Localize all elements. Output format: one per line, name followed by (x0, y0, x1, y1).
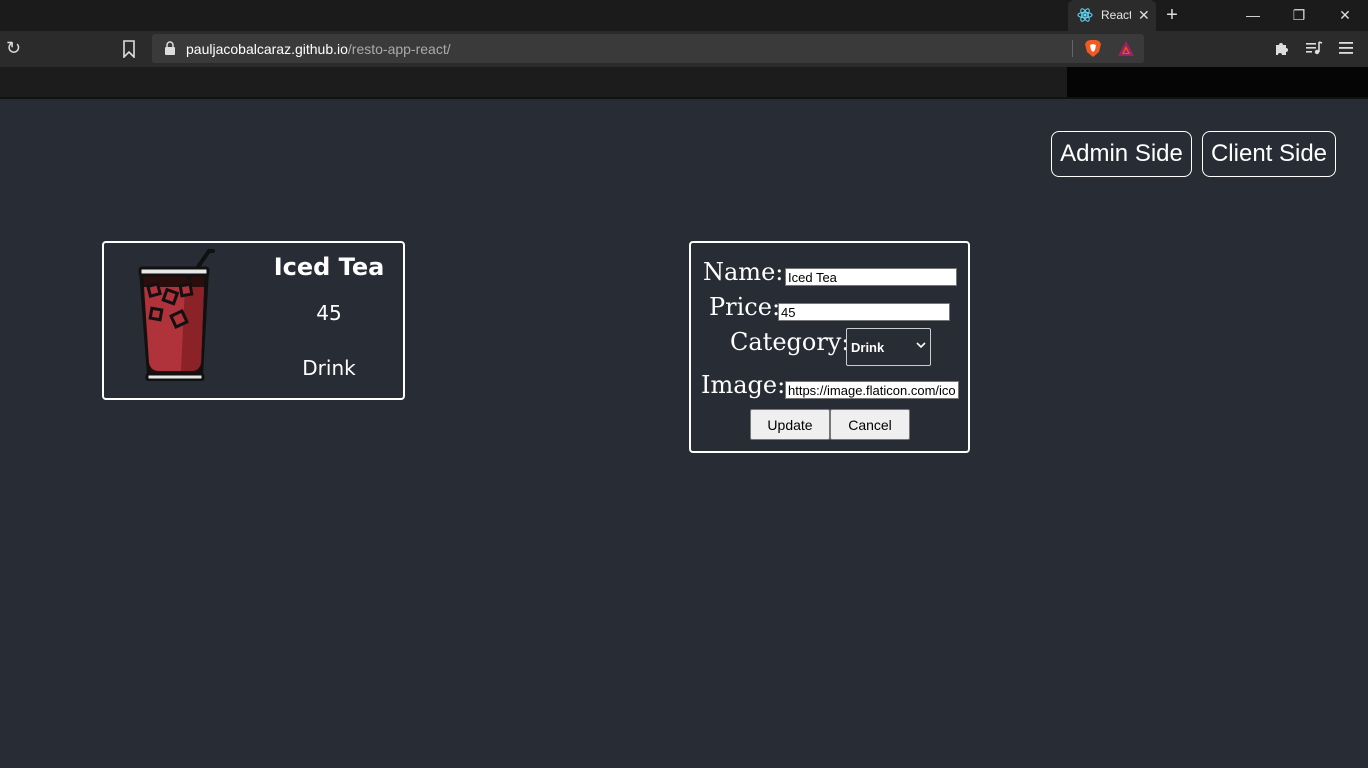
brave-shields-icon[interactable] (1084, 39, 1102, 58)
item-name: Iced Tea (273, 253, 385, 281)
category-label: Category: (730, 328, 850, 356)
tab-close-icon[interactable]: ✕ (1138, 7, 1150, 23)
url-host: pauljacobalcaraz.github.io (186, 41, 348, 57)
admin-side-button[interactable]: Admin Side (1051, 131, 1192, 177)
browser-toolbar: ↻ pauljacobalcaraz.github.io/resto-app-r… (0, 31, 1368, 67)
extensions-icon[interactable] (1274, 40, 1290, 56)
react-logo-icon (1077, 8, 1093, 22)
menu-icon[interactable] (1338, 40, 1354, 56)
media-queue-icon[interactable] (1305, 40, 1323, 56)
browser-tab[interactable]: React App ✕ (1068, 0, 1156, 31)
item-price: 45 (316, 301, 342, 325)
edit-item-form: Name: Price: Category: Drink Image: Upda… (689, 241, 970, 453)
browser-titlebar: React App ✕ + — ❐ ✕ (0, 0, 1368, 31)
client-side-button[interactable]: Client Side (1202, 131, 1336, 177)
image-label: Image: (701, 371, 786, 399)
url-separator (1072, 40, 1073, 57)
restore-icon[interactable]: ❐ (1276, 4, 1322, 26)
image-url-input[interactable] (785, 381, 959, 399)
price-input[interactable] (778, 303, 950, 321)
name-label: Name: (703, 258, 784, 286)
name-input[interactable] (785, 268, 957, 286)
menu-item-card: Iced Tea 45 Drink (102, 241, 405, 400)
lock-icon (165, 41, 175, 55)
minimize-icon[interactable]: — (1230, 4, 1276, 26)
iced-tea-glass-icon (138, 249, 215, 381)
reload-icon[interactable]: ↻ (6, 39, 21, 57)
price-label: Price: (709, 293, 781, 321)
url-text: pauljacobalcaraz.github.io/resto-app-rea… (186, 41, 451, 57)
update-button[interactable]: Update (750, 409, 830, 440)
new-tab-icon[interactable]: + (1162, 4, 1182, 26)
bookmarks-bar-edge (1067, 67, 1368, 98)
category-selected-value: Drink (851, 340, 885, 355)
window-close-icon[interactable]: ✕ (1322, 4, 1368, 26)
address-bar[interactable]: pauljacobalcaraz.github.io/resto-app-rea… (152, 34, 1144, 63)
page-divider (0, 97, 1368, 99)
cancel-button[interactable]: Cancel (830, 409, 910, 440)
category-select[interactable]: Drink (846, 328, 931, 366)
url-path: /resto-app-react/ (347, 41, 451, 57)
tab-title: React App (1101, 8, 1131, 22)
item-category: Drink (302, 356, 356, 380)
brave-rewards-icon[interactable] (1117, 40, 1135, 58)
bookmark-icon[interactable] (122, 40, 136, 58)
bookmarks-bar (0, 67, 1067, 98)
chevron-down-icon (916, 342, 926, 349)
